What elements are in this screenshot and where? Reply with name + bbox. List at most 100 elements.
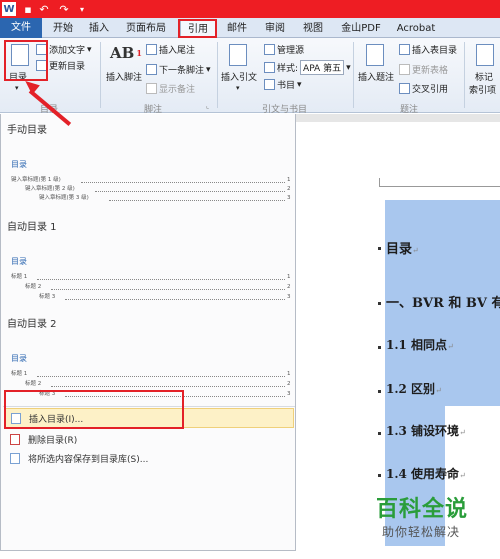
page-number: 1 (287, 274, 291, 280)
leader-dots (65, 295, 285, 300)
save-selection-menu-item[interactable]: 将所选内容保存到目录库(S)... (4, 448, 294, 468)
paragraph-mark: ↵ (459, 428, 466, 437)
remove-toc-icon (10, 433, 20, 445)
doc-heading-1-4[interactable]: 1.4 使用寿命↵ (386, 465, 466, 482)
next-footnote-icon (146, 64, 157, 75)
tab-view[interactable]: 视图 (298, 20, 328, 37)
toc-dropdown-arrow-icon[interactable]: ▾ (15, 84, 19, 92)
update-toc-label: 更新目录 (49, 62, 86, 72)
toc-preview-heading: 目录 (11, 257, 27, 266)
bibliography-button[interactable]: 书目 ▾ (264, 78, 302, 91)
doc-line-text: 1.3 铺设环境 (386, 424, 460, 438)
save-selection-label: 将所选内容保存到目录库(S)... (28, 454, 149, 465)
doc-heading-toc[interactable]: 目录↵ (386, 238, 419, 257)
save-selection-icon (10, 452, 20, 464)
style-icon (264, 62, 275, 73)
toc-preview-line: 键入章标题(第 2 级) (25, 186, 75, 192)
chevron-down-icon: ▾ (297, 79, 302, 90)
group-divider (100, 42, 101, 108)
doc-heading-1-2[interactable]: 1.2 区别↵ (386, 380, 442, 397)
redo-icon[interactable]: ↷ (58, 2, 70, 16)
chevron-down-icon[interactable]: ▾ (236, 84, 240, 92)
tab-insert[interactable]: 插入 (84, 20, 114, 37)
toc-preview-line: 标题 3 (39, 294, 56, 300)
watermark-subtitle: 助你轻松解决 (382, 525, 461, 539)
toc-preview-line: 标题 1 (11, 274, 28, 280)
cross-reference-icon (399, 83, 410, 94)
paragraph-bullet (378, 390, 381, 393)
toc-button-highlight (4, 40, 48, 81)
update-table-button: 更新表格 (399, 63, 448, 76)
toc-gallery-dropdown: 手动目录 目录 键入章标题(第 1 级) 1 键入章标题(第 2 级) 2 键入… (0, 114, 296, 551)
tab-page-layout[interactable]: 页面布局 (120, 20, 172, 37)
auto-toc-1-title: 自动目录 1 (7, 222, 57, 233)
paragraph-bullet (378, 346, 381, 349)
page-number: 3 (287, 195, 291, 201)
leader-dots (51, 285, 285, 290)
doc-line-text: 1.2 区别 (386, 382, 436, 396)
page-number: 3 (287, 294, 291, 300)
page-margin-line (380, 186, 500, 187)
insert-citation-button[interactable]: 插入引文 (221, 70, 257, 83)
tab-file[interactable]: 文件 (0, 18, 42, 38)
mark-entry-icon (476, 44, 494, 66)
bibliography-icon (264, 79, 275, 90)
auto-toc-2-title: 自动目录 2 (7, 319, 57, 330)
title-bar: W ▪ ↶ ↷ ▾ (0, 0, 500, 18)
save-icon[interactable]: ▪ (22, 2, 34, 16)
page-corner-mark (379, 178, 380, 187)
table-of-figures-icon (399, 44, 410, 55)
next-footnote-button[interactable]: 下一条脚注 ▾ (146, 63, 211, 76)
insert-toc-highlight (4, 390, 184, 429)
insert-footnote-button[interactable]: 插入脚注 (106, 70, 142, 83)
chevron-down-icon: ▾ (87, 44, 92, 55)
insert-table-of-figures-button[interactable]: 插入表目录 (399, 43, 457, 56)
next-footnote-label: 下一条脚注 (159, 66, 205, 76)
paragraph-bullet (378, 302, 381, 305)
manage-sources-button[interactable]: 管理源 (264, 43, 304, 56)
style-selector[interactable]: 样式: APA 第五 ▾ (264, 60, 351, 75)
tab-kingsoft-pdf[interactable]: 金山PDF (336, 20, 386, 37)
style-label: 样式: (277, 64, 299, 74)
customize-quick-access-icon[interactable]: ▾ (78, 2, 86, 16)
toc-preview-line: 标题 2 (25, 381, 42, 387)
leader-dots (81, 178, 285, 183)
chevron-down-icon: ▾ (206, 64, 211, 75)
group-divider (353, 42, 354, 108)
doc-heading-section-1[interactable]: 一、BVR 和 BV 有 (386, 292, 500, 311)
page-number: 2 (287, 284, 291, 290)
mark-entry-button-line2[interactable]: 索引项 (469, 83, 496, 96)
insert-endnote-button[interactable]: 插入尾注 (146, 43, 195, 56)
remove-toc-menu-item[interactable]: 删除目录(R) (4, 429, 294, 449)
insert-caption-button[interactable]: 插入题注 (358, 70, 394, 83)
dialog-launcher-icon[interactable]: ⌞ (206, 102, 209, 110)
chevron-down-icon: ▾ (346, 62, 351, 73)
tab-mailings[interactable]: 邮件 (222, 20, 252, 37)
mark-entry-button[interactable]: 标记 (475, 70, 493, 83)
doc-heading-1-1[interactable]: 1.1 相同点↵ (386, 336, 454, 353)
toc-preview-line: 键入章标题(第 1 级) (11, 177, 61, 183)
show-notes-button: 显示备注 (146, 82, 195, 95)
insert-citation-icon (229, 44, 247, 66)
leader-dots (37, 372, 285, 377)
group-divider (464, 42, 465, 108)
style-dropdown[interactable]: APA 第五 (300, 60, 345, 75)
tab-review[interactable]: 审阅 (260, 20, 290, 37)
page-number: 1 (287, 177, 291, 183)
leader-dots (95, 187, 285, 192)
references-tab-highlight (178, 19, 217, 38)
tab-home[interactable]: 开始 (48, 20, 78, 37)
doc-heading-1-3[interactable]: 1.3 铺设环境↵ (386, 422, 466, 439)
paragraph-mark: ↵ (412, 246, 419, 255)
cross-reference-button[interactable]: 交叉引用 (399, 82, 448, 95)
document-area: 目录↵ 一、BVR 和 BV 有 1.1 相同点↵ 1.2 区别↵ 1.3 铺设… (296, 114, 500, 559)
doc-line-text: 1.4 使用寿命 (386, 467, 460, 481)
group-divider (217, 42, 218, 108)
bibliography-label: 书目 (277, 81, 296, 91)
doc-line-text: 1.1 相同点 (386, 338, 448, 352)
undo-icon[interactable]: ↶ (38, 2, 50, 16)
update-table-icon (399, 64, 410, 75)
manual-toc-title: 手动目录 (7, 125, 47, 136)
paragraph-bullet (378, 247, 381, 250)
tab-acrobat[interactable]: Acrobat (394, 20, 438, 37)
